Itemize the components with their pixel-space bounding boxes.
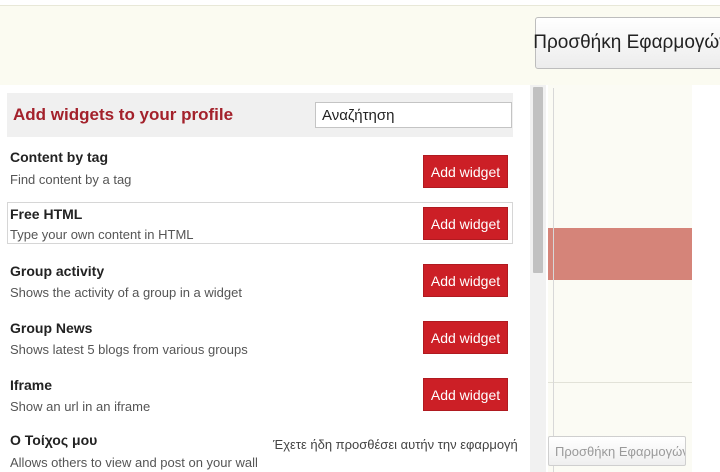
background-border [553,88,554,472]
widget-row-group-activity: Group activity Shows the activity of a g… [7,259,513,309]
add-widget-button[interactable]: Add widget [423,155,508,188]
widget-row-free-html: Free HTML Type your own content in HTML … [7,202,513,244]
widget-description: Type your own content in HTML [10,227,194,242]
widget-title: Free HTML [10,206,83,222]
widget-title: Content by tag [10,149,108,165]
panel-title: Add widgets to your profile [13,105,234,124]
add-widgets-panel: Add widgets to your profile Content by t… [0,85,548,472]
widget-row-content-by-tag: Content by tag Find content by a tag Add… [7,145,513,201]
widget-title: Group News [10,320,93,336]
add-widget-button[interactable]: Add widget [423,378,508,411]
widget-title: Ο Τοίχος μου [10,432,98,448]
widget-title: Group activity [10,263,105,279]
widget-row-my-wall: Ο Τοίχος μου Allows others to view and p… [7,429,518,472]
add-widget-button[interactable]: Add widget [423,264,508,297]
background-divider [548,382,692,383]
widget-description: Show an url in an iframe [10,399,151,414]
widget-row-group-news: Group News Shows latest 5 blogs from var… [7,316,513,366]
widget-title: Iframe [10,377,53,393]
add-widget-button[interactable]: Add widget [423,321,508,354]
panel-scrollbar-thumb[interactable] [533,87,543,273]
search-input[interactable] [315,102,512,128]
add-widget-button[interactable]: Add widget [423,207,508,240]
widget-description: Shows the activity of a group in a widge… [10,285,242,300]
already-added-status: Έχετε ήδη προσθέσει αυτήν την εφαρμογή [273,437,518,452]
add-apps-button-background[interactable]: Προσθήκη Εφαρμογών [548,436,686,466]
background-red-bar [548,228,692,280]
panel-header: Add widgets to your profile [7,93,513,137]
widget-description: Shows latest 5 blogs from various groups [10,342,248,357]
widget-description: Allows others to view and post on your w… [10,455,258,470]
add-apps-button[interactable]: Προσθήκη Εφαρμογών [533,17,720,69]
widget-row-iframe: Iframe Show an url in an iframe Add widg… [7,373,513,423]
widget-description: Find content by a tag [10,172,132,187]
